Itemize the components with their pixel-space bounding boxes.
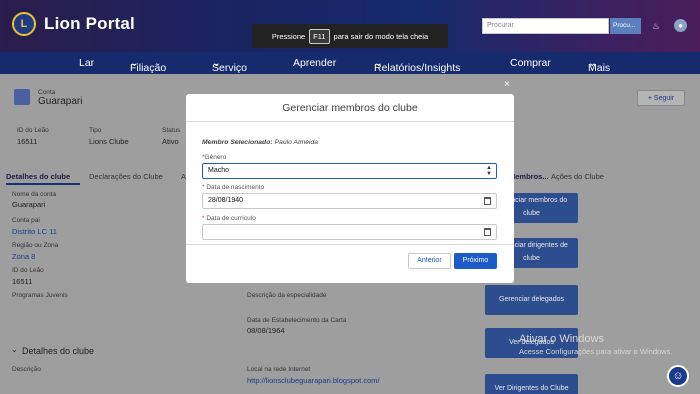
search-button[interactable]: Procu... xyxy=(610,18,641,34)
established-label: Data de Estabelecimento da Carta xyxy=(247,317,347,324)
active-tab-indicator xyxy=(6,183,80,185)
account-title: Guarapari xyxy=(38,96,83,107)
parent-label: Conta pai xyxy=(12,217,40,224)
manage-members-modal: Gerenciar membros do clube Membro Seleci… xyxy=(186,94,514,283)
windows-watermark-title: Ativar o Windows xyxy=(519,333,604,345)
nav-item-membership[interactable]: Filiação ⌄ xyxy=(130,57,166,74)
id-value: 16511 xyxy=(17,137,38,146)
type-value: Lions Clube xyxy=(89,137,129,146)
avatar[interactable]: ● xyxy=(674,19,687,32)
modal-title: Gerenciar membros do clube xyxy=(282,102,418,114)
status-label: Status xyxy=(162,127,181,134)
follow-button[interactable]: + Seguir xyxy=(637,90,685,106)
account-icon xyxy=(14,89,30,105)
website-label: Local na rede Internet xyxy=(247,366,311,373)
region-label: Região ou Zona xyxy=(12,242,59,249)
type-label: Tipo xyxy=(89,127,102,134)
region-link[interactable]: Zona 8 xyxy=(12,252,35,261)
tab-club-details[interactable]: Detalhes do clube xyxy=(6,172,70,181)
resume-date-label: * Data de currículo xyxy=(202,215,256,222)
tab-club-actions[interactable]: Ações do Clube xyxy=(551,172,604,181)
modal-header: Gerenciar membros do clube xyxy=(186,94,514,122)
specialty-label: Descrição da especialidade xyxy=(247,292,327,299)
lion-id-value: 16511 xyxy=(12,277,33,286)
accessibility-icon[interactable]: ☺ xyxy=(667,365,689,387)
view-officers-button[interactable]: Ver Dirigentes do Clube xyxy=(485,374,578,394)
id-label: ID do Leão xyxy=(17,127,49,134)
status-value: Ativo xyxy=(162,137,179,146)
nav-item-reports[interactable]: Relatórios/Insights ⌄ xyxy=(374,57,460,74)
gender-select[interactable]: Macho ▲ ▼ xyxy=(202,163,497,179)
birth-date-label: * Data de nascimento xyxy=(202,184,265,191)
calendar-icon[interactable] xyxy=(484,197,491,205)
bell-icon[interactable]: ♨ xyxy=(652,21,662,31)
nav-item-home[interactable]: Lar xyxy=(79,57,94,69)
search-input[interactable]: Procurar xyxy=(482,18,609,34)
account-type-label: Conta xyxy=(38,89,56,96)
lions-logo[interactable]: L xyxy=(12,12,36,36)
modal-footer-divider xyxy=(186,244,514,245)
brand-title[interactable]: Lion Portal xyxy=(44,14,135,34)
established-value: 08/08/1964 xyxy=(247,326,285,335)
account-name-label: Nome da conta xyxy=(12,191,57,198)
nav-item-service[interactable]: Serviço ⌄ xyxy=(212,57,247,74)
windows-watermark-subtitle: Acesse Configurações para ativar o Windo… xyxy=(519,347,673,356)
nav-item-more[interactable]: Mais ⌄ xyxy=(588,57,610,74)
close-icon[interactable]: × xyxy=(504,79,510,90)
main-nav: Lar Filiação ⌄ Serviço ⌄ Aprender Relató… xyxy=(0,52,700,74)
birth-date-field[interactable]: 28/08/1940 xyxy=(202,193,497,209)
nav-item-shop[interactable]: Comprar xyxy=(510,57,551,69)
section-title[interactable]: Detalhes do clube xyxy=(22,346,94,356)
youth-programs-label: Programas Juvenis xyxy=(12,292,68,299)
previous-button[interactable]: Anterior xyxy=(408,253,451,269)
chevron-down-icon[interactable]: ⌄ xyxy=(11,345,18,354)
f11-key: F11 xyxy=(309,28,330,44)
tab-members[interactable]: Membros... xyxy=(509,172,549,181)
nav-item-learn[interactable]: Aprender xyxy=(293,57,336,69)
website-link[interactable]: http://lionsclubeguarapari.blogspot.com/ xyxy=(247,376,380,385)
fullscreen-notice: Pressione F11 para sair do modo tela che… xyxy=(252,24,448,48)
calendar-icon[interactable] xyxy=(484,228,491,236)
description-label: Descrição xyxy=(12,366,41,373)
selected-member: Membro Selecionado: Paulo Almeida xyxy=(202,139,319,146)
lion-id-label: ID do Leão xyxy=(12,267,44,274)
resume-date-field[interactable] xyxy=(202,224,497,240)
parent-link[interactable]: Distrito LC 11 xyxy=(12,227,57,236)
account-name-value: Guarapari xyxy=(12,200,46,209)
tab-declarations[interactable]: Declarações do Clube xyxy=(89,172,163,181)
gender-label: *Gênero xyxy=(202,154,227,161)
top-header: L Lion Portal Procurar Procu... ♨ ● Pres… xyxy=(0,0,700,52)
manage-delegates-button[interactable]: Gerenciar delegados xyxy=(485,285,578,315)
next-button[interactable]: Próximo xyxy=(454,253,497,269)
